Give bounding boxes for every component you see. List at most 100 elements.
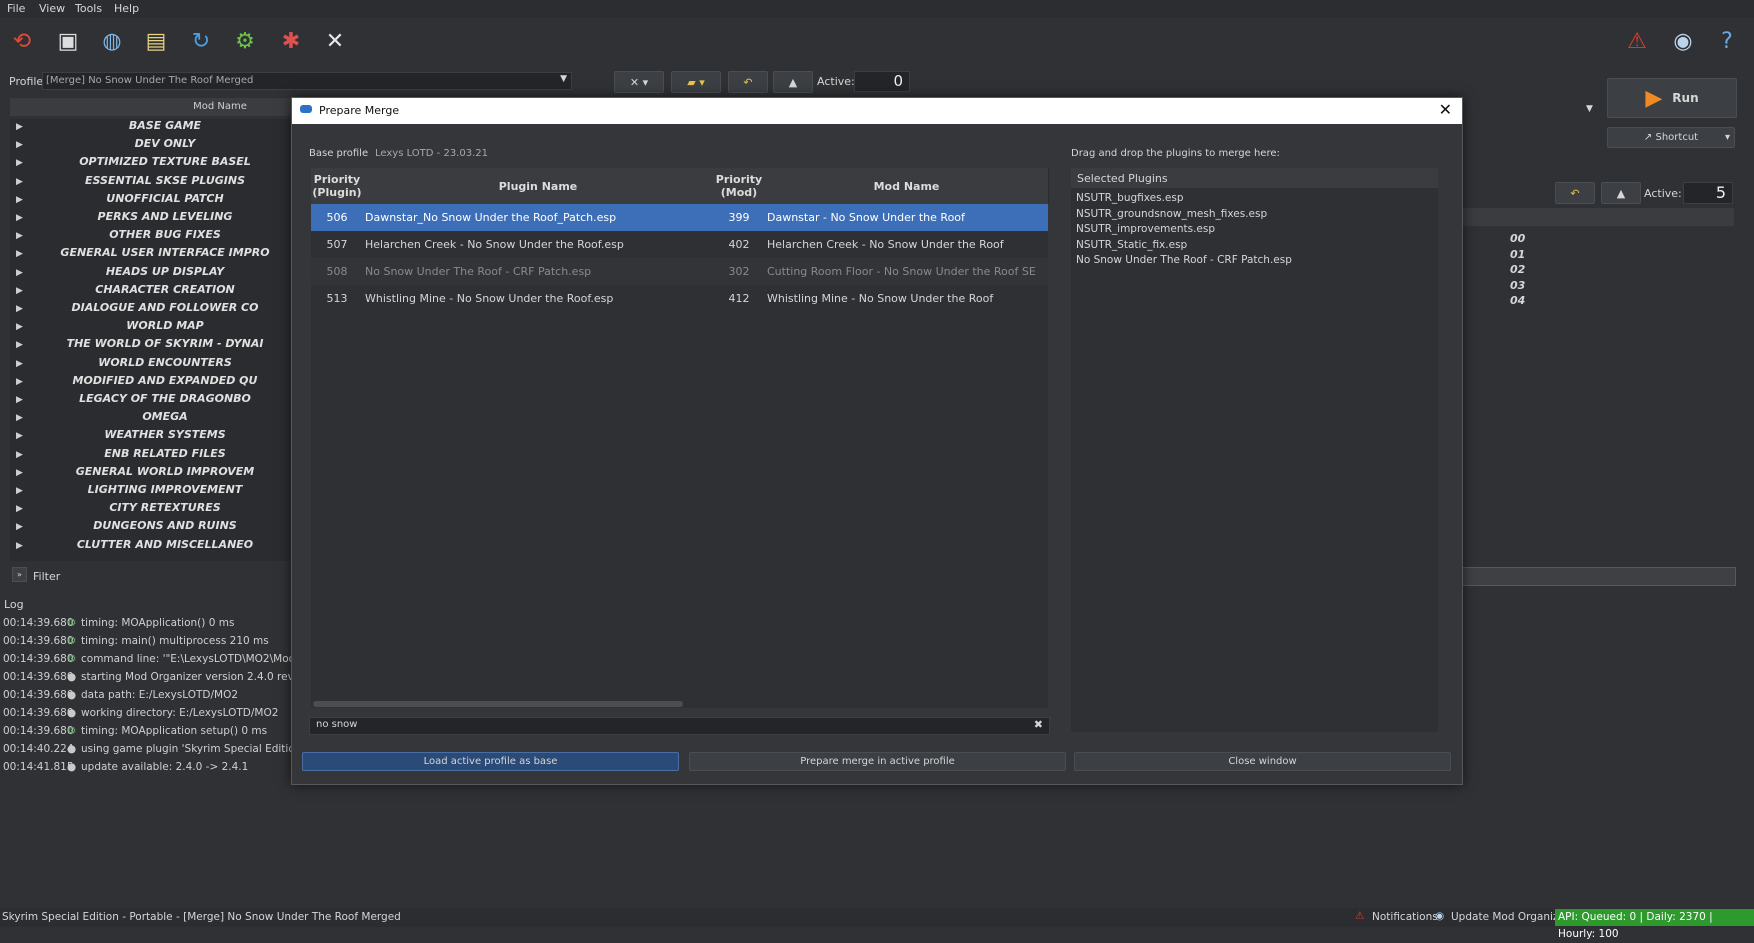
profile-select[interactable]: [Merge] No Snow Under The Roof Merged ▼ <box>42 72 572 90</box>
expand-arrow-icon[interactable]: ▶ <box>16 249 23 259</box>
mod-group-row[interactable]: ▶ WORLD MAP <box>10 319 292 337</box>
selected-plugin-item[interactable]: NSUTR_improvements.esp <box>1076 223 1431 239</box>
expand-arrow-icon[interactable]: ▶ <box>16 304 23 314</box>
selected-plugin-item[interactable]: No Snow Under The Roof - CRF Patch.esp <box>1076 254 1431 270</box>
mod-filter-placeholder[interactable]: Filter <box>33 570 60 583</box>
header-mod-name[interactable]: Mod Name <box>765 168 1049 204</box>
open-folder-button[interactable]: ▰ ▾ <box>671 71 721 93</box>
profiles-icon[interactable]: ▣ <box>53 26 83 56</box>
help-icon[interactable]: ? <box>1712 26 1742 56</box>
header-plugin-name[interactable]: Plugin Name <box>363 168 714 204</box>
menu-file[interactable]: File <box>7 2 25 15</box>
instance-manager-icon[interactable]: ⟲ <box>7 26 37 56</box>
right-backup-button[interactable]: ▲ <box>1601 182 1641 204</box>
menu-help[interactable]: Help <box>114 2 139 15</box>
expand-arrow-icon[interactable]: ▶ <box>16 395 23 405</box>
settings-icon[interactable]: ⚙ <box>230 26 260 56</box>
plugin-row[interactable]: 507 Helarchen Creek - No Snow Under the R… <box>311 231 1048 258</box>
expand-arrow-icon[interactable]: ▶ <box>16 195 23 205</box>
expand-arrow-icon[interactable]: ▶ <box>16 541 23 551</box>
expand-arrow-icon[interactable]: ▶ <box>16 468 23 478</box>
expand-arrow-icon[interactable]: ▶ <box>16 431 23 441</box>
mod-group-row[interactable]: ▶ LIGHTING IMPROVEMENT <box>10 483 292 501</box>
menu-view[interactable]: View <box>39 2 65 15</box>
expand-arrow-icon[interactable]: ▶ <box>16 140 23 150</box>
plugin-filter-input[interactable]: no snow ✖ <box>309 717 1050 735</box>
notifications-link[interactable]: Notifications <box>1372 911 1438 923</box>
mod-group-name: WORLD ENCOUNTERS <box>98 355 232 369</box>
mod-group-row[interactable]: ▶ CHARACTER CREATION <box>10 283 292 301</box>
notifications-warning-icon[interactable]: ⚠ <box>1622 26 1652 56</box>
mod-group-row[interactable]: ▶ DIALOGUE AND FOLLOWER CO <box>10 301 292 319</box>
nexus-icon[interactable]: ◍ <box>97 26 127 56</box>
close-window-button[interactable]: Close window <box>1074 752 1451 771</box>
expand-arrow-icon[interactable]: ▶ <box>16 268 23 278</box>
mod-group-row[interactable]: ▶ ENB RELATED FILES <box>10 447 292 465</box>
mod-group-row[interactable]: ▶ MODIFIED AND EXPANDED QU <box>10 374 292 392</box>
header-priority-mod[interactable]: Priority (Mod) <box>713 168 766 204</box>
tools-menu-button[interactable]: ✕ ▾ <box>614 71 664 93</box>
selected-plugins-panel[interactable]: Selected Plugins NSUTR_bugfixes.esp NSUTR… <box>1071 168 1438 732</box>
expand-arrow-icon[interactable]: ▶ <box>16 231 23 241</box>
plugins-tools-icon[interactable]: ✱ <box>276 26 306 56</box>
expand-arrow-icon[interactable]: ▶ <box>16 122 23 132</box>
mod-group-row[interactable]: ▶ THE WORLD OF SKYRIM - DYNAI <box>10 337 292 355</box>
mod-group-row[interactable]: ▶ PERKS AND LEVELING <box>10 210 292 228</box>
mod-group-row[interactable]: ▶ UNOFFICIAL PATCH <box>10 192 292 210</box>
selected-plugin-item[interactable]: NSUTR_bugfixes.esp <box>1076 192 1431 208</box>
mod-group-row[interactable]: ▶ DEV ONLY <box>10 137 292 155</box>
selected-plugin-item[interactable]: NSUTR_Static_fix.esp <box>1076 239 1431 255</box>
mod-group-row[interactable]: ▶ GENERAL USER INTERFACE IMPRO <box>10 246 292 264</box>
menu-tools[interactable]: Tools <box>75 2 102 15</box>
plugin-row[interactable]: 508 No Snow Under The Roof - CRF Patch.es… <box>311 258 1048 285</box>
mod-group-row[interactable]: ▶ LEGACY OF THE DRAGONBO <box>10 392 292 410</box>
expand-arrow-icon[interactable]: ▶ <box>16 413 23 423</box>
expand-arrow-icon[interactable]: ▶ <box>16 158 23 168</box>
selected-plugin-item[interactable]: NSUTR_groundsnow_mesh_fixes.esp <box>1076 208 1431 224</box>
mod-group-row[interactable]: ▶ BASE GAME <box>10 119 292 137</box>
executables-icon[interactable]: ▤ <box>141 26 171 56</box>
expand-arrow-icon[interactable]: ▶ <box>16 504 23 514</box>
mod-group-row[interactable]: ▶ GENERAL WORLD IMPROVEM <box>10 465 292 483</box>
mod-group-row[interactable]: ▶ HEADS UP DISPLAY <box>10 265 292 283</box>
mod-group-row[interactable]: ▶ CLUTTER AND MISCELLANEO <box>10 538 292 556</box>
expand-arrow-icon[interactable]: ▶ <box>16 450 23 460</box>
clear-filter-icon[interactable]: ✖ <box>1034 718 1043 731</box>
horizontal-scrollbar[interactable] <box>313 701 683 707</box>
mod-group-row[interactable]: ▶ CITY RETEXTURES <box>10 501 292 519</box>
shortcut-button[interactable]: ↗ Shortcut ▾ <box>1607 127 1735 148</box>
right-undo-button[interactable]: ↶ <box>1555 182 1595 204</box>
expand-arrow-icon[interactable]: ▶ <box>16 486 23 496</box>
mod-group-row[interactable]: ▶ OTHER BUG FIXES <box>10 228 292 246</box>
load-active-profile-button[interactable]: Load active profile as base <box>302 752 679 771</box>
expand-arrow-icon[interactable]: ▶ <box>16 359 23 369</box>
refresh-icon[interactable]: ↻ <box>186 26 216 56</box>
wrench-icon[interactable]: ✕ <box>320 26 350 56</box>
update-icon[interactable]: ◉ <box>1668 26 1698 56</box>
expand-arrow-icon[interactable]: ▶ <box>16 322 23 332</box>
executable-dropdown-icon[interactable]: ▼ <box>1586 104 1593 114</box>
mod-group-row[interactable]: ▶ ESSENTIAL SKSE PLUGINS <box>10 174 292 192</box>
header-priority-plugin[interactable]: Priority (Plugin) <box>311 168 364 204</box>
undo-button[interactable]: ↶ <box>728 71 768 93</box>
expand-arrow-icon[interactable]: ▶ <box>16 377 23 387</box>
plugin-row[interactable]: 513 Whistling Mine - No Snow Under the Ro… <box>311 285 1048 312</box>
plugin-row[interactable]: 506 Dawnstar_No Snow Under the Roof_Patch… <box>311 204 1048 231</box>
right-filter-bar[interactable] <box>1461 567 1736 586</box>
prepare-merge-button[interactable]: Prepare merge in active profile <box>689 752 1066 771</box>
expand-arrow-icon[interactable]: ▶ <box>16 177 23 187</box>
mod-group-row[interactable]: ▶ OMEGA <box>10 410 292 428</box>
expand-arrow-icon[interactable]: ▶ <box>16 213 23 223</box>
close-icon[interactable]: ✕ <box>1439 100 1452 119</box>
filter-toggle-button[interactable]: » <box>12 567 27 582</box>
mod-group-row[interactable]: ▶ DUNGEONS AND RUINS <box>10 519 292 537</box>
mod-group-row[interactable]: ▶ WORLD ENCOUNTERS <box>10 356 292 374</box>
mod-group-row[interactable]: ▶ WEATHER SYSTEMS <box>10 428 292 446</box>
expand-arrow-icon[interactable]: ▶ <box>16 286 23 296</box>
expand-arrow-icon[interactable]: ▶ <box>16 340 23 350</box>
backup-button[interactable]: ▲ <box>773 71 813 93</box>
expand-arrow-icon[interactable]: ▶ <box>16 522 23 532</box>
mod-group-row[interactable]: ▶ OPTIMIZED TEXTURE BASEL <box>10 155 292 173</box>
update-mo-link[interactable]: Update Mod Organizer <box>1451 911 1569 923</box>
run-button[interactable]: ▶ Run <box>1607 78 1737 118</box>
